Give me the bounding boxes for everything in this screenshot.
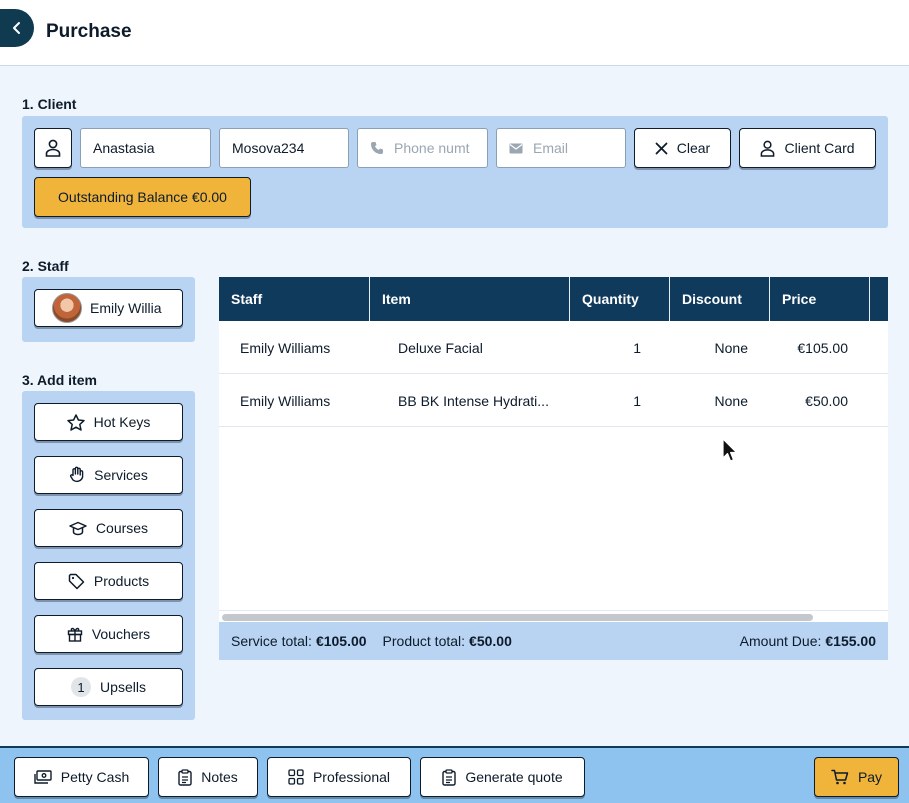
clear-button[interactable]: Clear [634,128,731,168]
pay-button[interactable]: Pay [814,757,899,797]
staff-select-button[interactable]: Emily Willia [34,289,183,327]
vouchers-label: Vouchers [91,626,151,642]
page-title: Purchase [46,21,132,42]
scrollbar-thumb[interactable] [222,614,813,621]
outstanding-balance-button[interactable]: Outstanding Balance €0.00 [34,177,251,217]
client-section-label: 1. Client [22,96,77,112]
generate-quote-label: Generate quote [465,769,563,785]
column-header-quantity[interactable]: Quantity [570,277,670,321]
phone-placeholder: Phone numt [394,140,470,156]
totals-bar: Service total: €105.00 Product total: €5… [219,622,888,660]
row-price: €50.00 [805,392,848,409]
column-header-item[interactable]: Item [370,277,570,321]
table-row[interactable]: Emily Williams Deluxe Facial 1 None €105… [219,321,888,374]
first-name-value: Anastasia [93,140,155,156]
cart-icon [831,769,849,785]
clipboard-icon [442,768,457,786]
close-icon [655,142,668,154]
hot-keys-label: Hot Keys [93,414,151,430]
last-name-value: Mosova234 [232,140,305,156]
cash-icon [34,770,52,784]
top-bar: Purchase [0,0,909,66]
professional-button[interactable]: Professional [267,757,411,797]
upsells-count-badge: 1 [71,677,92,697]
client-card-button[interactable]: Client Card [739,128,876,168]
outstanding-balance-label: Outstanding Balance €0.00 [58,189,227,205]
upsells-button[interactable]: 1 Upsells [34,668,183,706]
chevron-left-icon [13,22,20,34]
star-icon [66,413,85,431]
hot-keys-button[interactable]: Hot Keys [34,403,183,441]
column-header-discount[interactable]: Discount [670,277,770,321]
row-item: BB BK Intense Hydrati... [398,392,549,409]
row-quantity: 1 [633,339,641,356]
petty-cash-button[interactable]: Petty Cash [14,757,149,797]
column-header-actions [870,277,888,321]
staff-name: Emily Willia [90,300,162,316]
client-panel: Anastasia Mosova234 Phone numt Email Cle… [22,116,888,228]
staff-panel: Emily Willia [22,277,195,342]
upsells-label: Upsells [100,679,146,695]
pay-label: Pay [857,769,883,785]
row-discount: None [714,392,748,409]
notes-label: Notes [201,769,238,785]
row-quantity: 1 [633,392,641,409]
services-button[interactable]: Services [34,456,183,494]
hand-icon [70,466,84,483]
clipboard-icon [178,768,192,786]
phone-field[interactable]: Phone numt [357,128,488,168]
product-total-label: Product total: [382,633,466,649]
table-header: Staff Item Quantity Discount Price [219,277,888,321]
back-button[interactable] [0,9,34,47]
amount-due-label: Amount Due: [739,633,822,649]
vouchers-button[interactable]: Vouchers [34,615,183,653]
first-name-field[interactable]: Anastasia [80,128,211,168]
add-item-section-label: 3. Add item [22,372,97,388]
client-card-label: Client Card [784,140,855,156]
email-field[interactable]: Email [496,128,626,168]
row-staff: Emily Williams [240,392,331,409]
amount-due-value: €155.00 [825,633,876,649]
row-price: €105.00 [797,339,848,356]
petty-cash-label: Petty Cash [60,769,130,785]
email-placeholder: Email [533,140,569,156]
staff-section-label: 2. Staff [22,258,69,274]
row-staff: Emily Williams [240,339,331,356]
client-search-button[interactable] [34,128,72,168]
products-button[interactable]: Products [34,562,183,600]
mouse-cursor-icon [722,438,738,462]
product-total-value: €50.00 [469,633,512,649]
professional-label: Professional [312,769,391,785]
clear-button-label: Clear [676,140,711,156]
person-icon [45,139,61,157]
tag-icon [68,573,85,589]
staff-avatar [52,293,82,323]
footer-bar: Petty Cash Notes Professional Generate q… [0,746,909,803]
row-item: Deluxe Facial [398,339,483,356]
generate-quote-button[interactable]: Generate quote [420,757,585,797]
column-header-price[interactable]: Price [770,277,870,321]
add-item-panel: Hot Keys Services Courses Products Vouch… [22,391,195,720]
services-label: Services [94,467,148,483]
service-total-value: €105.00 [315,633,367,649]
table-row[interactable]: Emily Williams BB BK Intense Hydrati... … [219,374,888,427]
items-table: Staff Item Quantity Discount Price Emily… [219,277,888,660]
courses-label: Courses [95,520,149,536]
phone-icon [371,142,383,154]
courses-button[interactable]: Courses [34,509,183,547]
person-icon [761,140,775,157]
gift-icon [67,627,83,642]
last-name-field[interactable]: Mosova234 [219,128,349,168]
envelope-icon [509,143,523,153]
notes-button[interactable]: Notes [158,757,258,797]
products-label: Products [93,573,150,589]
column-header-staff[interactable]: Staff [219,277,370,321]
graduation-cap-icon [69,521,87,535]
horizontal-scrollbar[interactable] [219,610,888,622]
service-total-label: Service total: [231,633,312,649]
grid-icon [288,769,304,785]
row-discount: None [714,339,748,356]
